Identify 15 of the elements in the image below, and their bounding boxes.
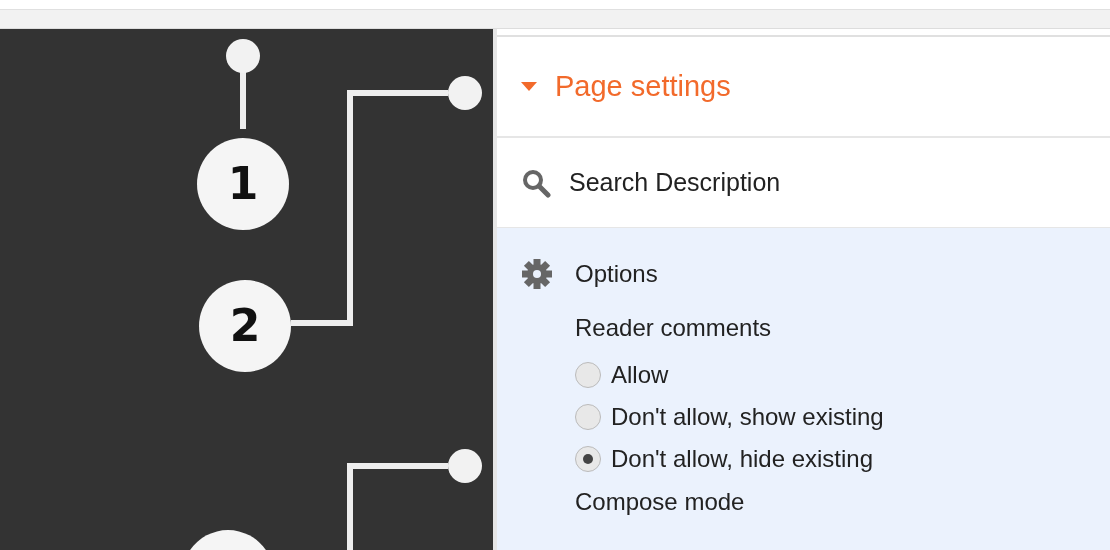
radio-label[interactable]: Don't allow, hide existing [611,441,874,477]
field-label: Compose mode [575,487,746,517]
options-label[interactable]: Options [575,256,658,292]
field-label: Reader comments [575,313,773,343]
radio-label[interactable]: Allow [611,357,669,393]
radio-button[interactable] [575,446,601,472]
radio-button[interactable] [575,362,601,388]
search-description-link[interactable]: Search Description [569,163,781,202]
collapse-arrow-icon[interactable] [521,81,537,92]
radio-button[interactable] [575,404,601,430]
callout-marker: 1 [197,138,289,230]
radio-label[interactable]: Don't allow, show existing [611,399,884,435]
search-icon [521,167,551,198]
gear-icon [521,258,553,290]
callout-marker: 2 [199,280,291,372]
